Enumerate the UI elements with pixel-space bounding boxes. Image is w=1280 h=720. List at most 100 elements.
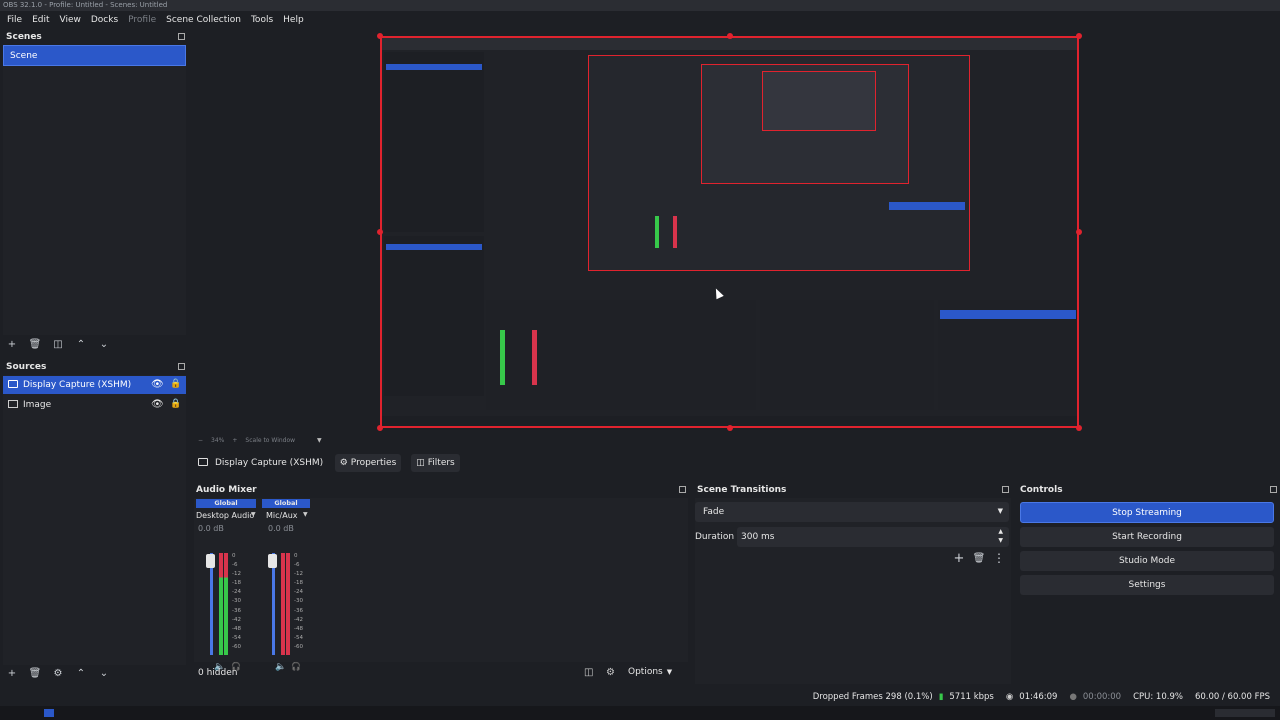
scale-tick: -30 [294, 598, 303, 605]
source-item-label: Display Capture (XSHM) [23, 380, 132, 390]
volume-slider-handle[interactable] [206, 554, 215, 568]
scenes-toolbar: + 🗑 ◫ ⌃ ⌄ [4, 336, 184, 352]
spin-down-icon[interactable]: ▼ [998, 537, 1003, 544]
nested-scene-selected [386, 64, 482, 70]
source-item-image[interactable]: Image 👁 🔒 [3, 396, 186, 414]
monitor-icon [198, 458, 208, 466]
chevron-down-icon[interactable]: ▼ [251, 511, 256, 518]
audio-mixer-undock-icon[interactable] [679, 486, 686, 493]
menu-profile[interactable]: Profile [123, 15, 161, 25]
add-transition-icon[interactable]: + [951, 550, 967, 566]
headphones-icon[interactable]: 🎧 [291, 662, 301, 671]
nested-menubar [382, 38, 1077, 50]
settings-button[interactable]: Settings [1020, 575, 1274, 595]
remove-transition-icon[interactable]: 🗑 [971, 550, 987, 566]
resize-handle-ml[interactable] [377, 229, 383, 235]
options-label: Options [628, 667, 663, 677]
resize-handle-br[interactable] [1076, 425, 1082, 431]
visibility-eye-icon[interactable]: 👁 [151, 379, 164, 390]
nested-source-selected [386, 244, 482, 250]
visibility-eye-icon[interactable]: 👁 [151, 399, 164, 410]
scene-item[interactable]: Scene [3, 45, 186, 66]
start-recording-button[interactable]: Start Recording [1020, 527, 1274, 547]
move-down-icon[interactable]: ⌄ [96, 336, 112, 352]
controls-title: Controls [1020, 485, 1063, 495]
desktop-audio-label[interactable]: Desktop Audio [196, 511, 254, 520]
transition-select[interactable]: Fade ▼ [695, 502, 1009, 522]
resize-handle-bl[interactable] [377, 425, 383, 431]
transitions-undock-icon[interactable] [1002, 486, 1009, 493]
speaker-icon[interactable]: 🔈 [275, 662, 286, 672]
menu-edit[interactable]: Edit [27, 15, 54, 25]
menu-bar: File Edit View Docks Profile Scene Colle… [0, 11, 1280, 29]
menu-docks[interactable]: Docks [86, 15, 123, 25]
stop-streaming-button[interactable]: Stop Streaming [1020, 502, 1274, 523]
menu-view[interactable]: View [55, 15, 86, 25]
zoom-in-button[interactable]: + [232, 437, 237, 444]
add-source-icon[interactable]: + [4, 665, 20, 681]
filters-button[interactable]: ◫ Filters [411, 454, 460, 472]
advanced-audio-gear-icon[interactable]: ⚙ [606, 667, 615, 678]
scale-tick: -42 [232, 616, 241, 623]
scale-tick: -54 [294, 634, 303, 641]
display-capture-preview[interactable] [380, 36, 1079, 428]
scale-tick: 0 [232, 553, 236, 559]
properties-button[interactable]: ⚙ Properties [335, 454, 401, 472]
nested-meter-2 [673, 216, 677, 248]
menu-scene-collection[interactable]: Scene Collection [161, 15, 246, 25]
source-item-display-capture[interactable]: Display Capture (XSHM) 👁 🔒 [3, 376, 186, 394]
lock-icon[interactable]: 🔒 [170, 399, 181, 409]
mixer-layout-icon[interactable]: ◫ [584, 667, 593, 678]
meter-scale: 0 -6 -12 -18 -24 -30 -36 -42 -48 -54 -60 [232, 552, 241, 652]
scale-tick: -60 [232, 643, 241, 650]
zoom-out-button[interactable]: − [198, 437, 203, 444]
stream-icon: ◉ [1005, 692, 1014, 702]
source-properties-gear-icon[interactable]: ⚙ [50, 665, 66, 681]
resize-handle-tc[interactable] [727, 33, 733, 39]
duration-spinbox[interactable]: 300 ms ▲ ▼ [737, 527, 1009, 547]
lock-icon[interactable]: 🔒 [170, 379, 181, 389]
remove-scene-icon[interactable]: 🗑 [27, 336, 43, 352]
cpu-usage: CPU: 10.9% [1133, 692, 1183, 702]
sources-list: Display Capture (XSHM) 👁 🔒 Image 👁 🔒 [3, 375, 186, 665]
resize-handle-tr[interactable] [1076, 33, 1082, 39]
audio-mixer-title: Audio Mixer [196, 485, 257, 495]
chevron-down-icon[interactable]: ▼ [303, 511, 308, 518]
scenes-undock-icon[interactable] [178, 33, 185, 40]
resize-handle-tl[interactable] [377, 33, 383, 39]
transition-select-value: Fade [703, 507, 725, 517]
nested-meter-red [532, 330, 537, 385]
sources-undock-icon[interactable] [178, 363, 185, 370]
record-icon: ● [1069, 692, 1077, 702]
remove-source-icon[interactable]: 🗑 [27, 665, 43, 681]
nested-scenes-panel [384, 52, 484, 232]
controls-undock-icon[interactable] [1270, 486, 1277, 493]
scale-to-window-select[interactable]: Scale to Window [245, 437, 295, 444]
move-up-icon[interactable]: ⌃ [73, 665, 89, 681]
scene-filters-icon[interactable]: ◫ [50, 336, 66, 352]
mic-aux-label[interactable]: Mic/Aux [266, 511, 298, 520]
zoom-level: 34% [211, 436, 225, 444]
options-button[interactable]: Options ▼ [628, 667, 672, 677]
sources-dock: Sources Display Capture (XSHM) 👁 🔒 Image… [0, 359, 189, 686]
move-down-icon[interactable]: ⌄ [96, 665, 112, 681]
spin-up-icon[interactable]: ▲ [998, 528, 1003, 535]
volume-slider-track[interactable] [272, 553, 275, 655]
menu-help[interactable]: Help [278, 15, 309, 25]
preview-area[interactable] [192, 29, 1280, 433]
volume-slider-handle[interactable] [268, 554, 277, 568]
system-taskbar [0, 706, 1280, 720]
menu-file[interactable]: File [2, 15, 27, 25]
more-options-icon[interactable]: ⋮ [991, 550, 1007, 566]
global-badge: Global [262, 499, 310, 508]
volume-slider-track[interactable] [210, 553, 213, 655]
add-scene-icon[interactable]: + [4, 336, 20, 352]
resize-handle-bc[interactable] [727, 425, 733, 431]
workspace-indicator[interactable] [44, 709, 54, 717]
studio-mode-button[interactable]: Studio Mode [1020, 551, 1274, 571]
dropped-frames: Dropped Frames 298 (0.1%) [812, 692, 933, 702]
resize-handle-mr[interactable] [1076, 229, 1082, 235]
chevron-down-icon[interactable]: ▼ [317, 437, 322, 444]
menu-tools[interactable]: Tools [246, 15, 278, 25]
move-up-icon[interactable]: ⌃ [73, 336, 89, 352]
